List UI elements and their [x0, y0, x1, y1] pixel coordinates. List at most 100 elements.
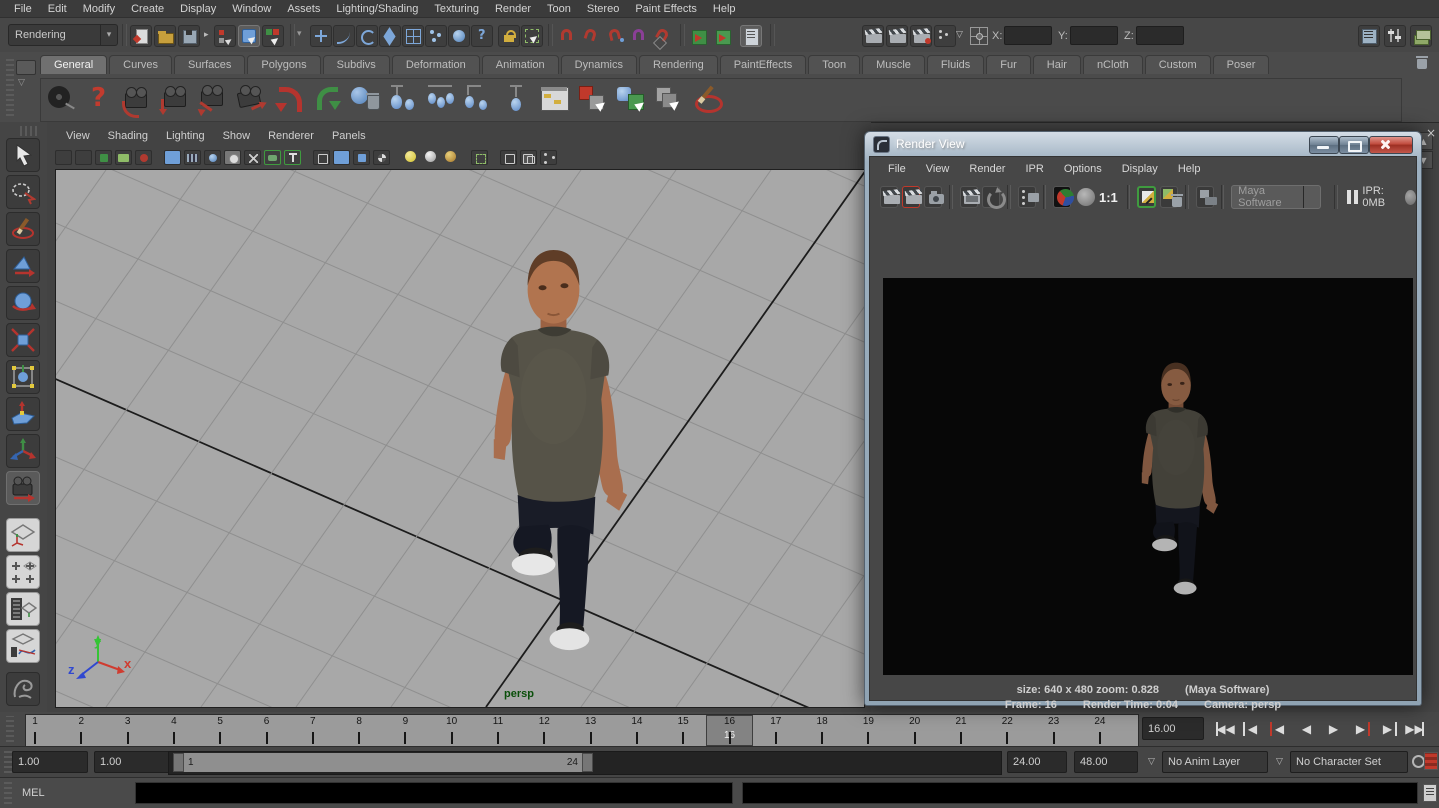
menu-item[interactable]: Texturing — [426, 1, 487, 17]
shelf-tab[interactable]: General — [40, 55, 107, 74]
play-backwards-button[interactable]: ◀ — [1293, 716, 1320, 742]
panel-menu-item[interactable]: Renderer — [259, 128, 323, 144]
snap-curve-icon[interactable] — [333, 25, 355, 47]
animation-start-input[interactable]: 1.00 — [12, 751, 88, 773]
snap-point-icon[interactable] — [356, 25, 378, 47]
y-coord-input[interactable] — [1070, 26, 1118, 45]
collapse-arrow-icon[interactable]: ▸ — [204, 30, 209, 40]
toolbox-grip[interactable] — [20, 126, 40, 136]
camera-pan-icon[interactable] — [159, 83, 191, 115]
field-chart-icon[interactable] — [224, 150, 241, 165]
renderer-dropdown[interactable]: Maya Software — [1231, 185, 1321, 209]
shelf-tab[interactable]: Poser — [1213, 55, 1270, 74]
set-driven-key-icon[interactable] — [577, 83, 609, 115]
gold-light-icon[interactable] — [442, 150, 459, 165]
make-live-icon[interactable] — [425, 25, 447, 47]
menu-item[interactable]: Display — [172, 1, 224, 17]
playback-end-input[interactable]: 24.00 — [1007, 751, 1067, 773]
safe-action-icon[interactable] — [244, 150, 261, 165]
ipr-render-button-icon[interactable] — [960, 186, 978, 208]
render-current-frame-icon[interactable] — [862, 25, 884, 47]
menu-item[interactable]: Window — [224, 1, 279, 17]
menu-item[interactable]: Create — [123, 1, 172, 17]
range-grip[interactable] — [4, 751, 12, 773]
cluster-handle-icon[interactable] — [463, 83, 495, 115]
shelf-tab[interactable]: Dynamics — [561, 55, 637, 74]
x-coord-input[interactable] — [1004, 26, 1052, 45]
save-scene-icon[interactable] — [178, 25, 200, 47]
cluster-weights-icon[interactable] — [501, 83, 533, 115]
layout-four-pane-button[interactable] — [6, 555, 40, 589]
smooth-shade-icon[interactable] — [333, 150, 350, 165]
camera-track-icon[interactable] — [235, 83, 267, 115]
shelf-tab[interactable]: Toon — [808, 55, 860, 74]
render-view-menu-item[interactable]: IPR — [1015, 160, 1053, 178]
wireframe-icon[interactable] — [313, 150, 330, 165]
shelf-tab[interactable]: Muscle — [862, 55, 925, 74]
two-d-pan-zoom-icon[interactable] — [135, 150, 152, 165]
render-view-menu-item[interactable]: Help — [1168, 160, 1211, 178]
close-button[interactable] — [1369, 136, 1413, 154]
go-to-start-button[interactable]: ◀◀ — [1212, 716, 1239, 742]
range-slider-track[interactable]: 1 24 — [168, 751, 1002, 775]
character-set-dropdown-icon[interactable]: ▽ — [1276, 757, 1283, 767]
open-render-settings-icon[interactable] — [1196, 186, 1214, 208]
heads-up-display-icon[interactable] — [284, 150, 301, 165]
image-plane-icon[interactable] — [115, 150, 132, 165]
coordinate-mode-icon[interactable] — [970, 27, 988, 45]
shelf-tab[interactable]: Hair — [1033, 55, 1081, 74]
pause-ipr-icon[interactable] — [1345, 189, 1357, 205]
shelf-tab[interactable]: Curves — [109, 55, 172, 74]
safe-title-icon[interactable] — [264, 150, 281, 165]
remove-image-icon[interactable] — [1160, 186, 1178, 208]
scale-tool[interactable] — [6, 323, 40, 357]
highlight-selection-icon[interactable] — [521, 25, 543, 47]
range-end-handle[interactable] — [582, 753, 593, 772]
character-set-dropdown[interactable]: No Character Set — [1290, 751, 1408, 773]
render-view-menu-item[interactable]: Render — [959, 160, 1015, 178]
shelf-grip[interactable] — [6, 56, 14, 116]
one-to-one-zoom-button[interactable]: 1:1 — [1099, 190, 1118, 205]
redo-previous-render-icon[interactable] — [902, 186, 920, 208]
menu-item[interactable]: Paint Effects — [627, 1, 705, 17]
coords-collapse-icon[interactable]: ▽ — [956, 30, 963, 40]
use-all-lights-icon[interactable] — [373, 150, 390, 165]
panel-menu-item[interactable]: Panels — [323, 128, 375, 144]
panel-close-icon[interactable]: × — [1424, 126, 1438, 140]
undo-arrow-icon[interactable] — [273, 83, 305, 115]
lasso-tool[interactable] — [6, 175, 40, 209]
menu-item[interactable]: File — [6, 1, 40, 17]
last-tool-used[interactable] — [6, 471, 40, 505]
render-view-window[interactable]: Render View FileViewRenderIPROptionsDisp… — [864, 131, 1422, 706]
paint-selection-tool[interactable] — [6, 212, 40, 246]
input-connections-icon[interactable] — [688, 25, 710, 47]
film-gate-icon[interactable] — [164, 150, 181, 165]
rendered-image[interactable] — [883, 278, 1413, 675]
snap-magnet-view-icon[interactable] — [652, 25, 674, 47]
select-tool[interactable] — [6, 138, 40, 172]
command-language-label[interactable]: MEL — [22, 787, 45, 799]
playback-start-input[interactable]: 1.00 — [94, 751, 170, 773]
anim-layer-dropdown[interactable]: No Anim Layer — [1162, 751, 1268, 773]
timeline-grip[interactable] — [6, 716, 14, 742]
snap-collapse-icon[interactable]: ▾ — [297, 29, 302, 39]
snap-plane-icon[interactable] — [379, 25, 401, 47]
move-tool[interactable] — [6, 249, 40, 283]
new-scene-icon[interactable] — [130, 25, 152, 47]
shelf-tab[interactable]: Custom — [1145, 55, 1211, 74]
panel-menu-item[interactable]: Lighting — [157, 128, 214, 144]
divider[interactable] — [290, 24, 295, 46]
shelf-tab[interactable]: Polygons — [247, 55, 320, 74]
schematic-view-icon[interactable] — [539, 83, 571, 115]
menu-set-dropdown[interactable]: Rendering ▾ — [8, 24, 118, 46]
snap-view-plane-icon[interactable] — [402, 25, 424, 47]
layout-persp-graph-button[interactable] — [6, 629, 40, 663]
character-model[interactable] — [451, 242, 656, 670]
toggle-tool-settings-icon[interactable] — [1384, 25, 1406, 47]
camera-dolly-icon[interactable] — [197, 83, 229, 115]
shelf-tab[interactable]: Fluids — [927, 55, 984, 74]
output-connections-icon[interactable] — [712, 25, 734, 47]
gate-mask-icon[interactable] — [204, 150, 221, 165]
menu-item[interactable]: Toon — [539, 1, 579, 17]
soft-modification-tool[interactable] — [6, 397, 40, 431]
